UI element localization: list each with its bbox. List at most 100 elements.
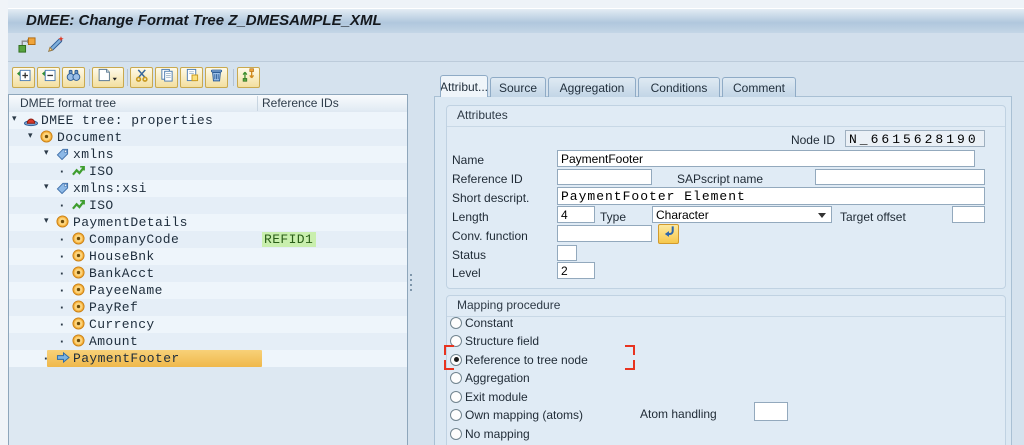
- title-bar: DMEE: Change Format Tree Z_DMESAMPLE_XML: [8, 8, 1024, 34]
- sapscript-name-field[interactable]: [815, 169, 985, 185]
- focus-corner-icon: [444, 360, 454, 370]
- expander-icon[interactable]: ▾: [44, 181, 49, 192]
- tree-row-bankacct[interactable]: · BankAcct: [9, 265, 407, 282]
- tree-node-label: ISO: [89, 164, 114, 179]
- tab-attribut[interactable]: Attribut...: [440, 75, 488, 97]
- name-label: Name: [452, 153, 485, 167]
- leaf-dot-icon: ·: [60, 198, 65, 213]
- expander-icon[interactable]: ▾: [44, 215, 49, 226]
- tree-row-payref[interactable]: · PayRef: [9, 299, 407, 316]
- paste-icon: [185, 68, 199, 87]
- status-field[interactable]: [557, 245, 577, 261]
- radio-exit-module[interactable]: Exit module: [450, 388, 528, 405]
- tree-node-label: CompanyCode: [89, 232, 180, 247]
- tree-row-iso[interactable]: · ISO: [9, 197, 407, 214]
- cut-button[interactable]: [130, 67, 153, 88]
- reassign-button[interactable]: [237, 67, 260, 88]
- node-id-field: [845, 130, 985, 147]
- name-field[interactable]: [557, 150, 975, 167]
- leaf-dot-icon: ·: [60, 266, 65, 281]
- sap-dmee-window: DMEE: Change Format Tree Z_DMESAMPLE_XML: [0, 0, 1024, 445]
- tab-comment[interactable]: Comment: [722, 77, 796, 97]
- attributes-section-divider: [447, 126, 1005, 127]
- target-offset-field[interactable]: [952, 206, 985, 223]
- type-dropdown[interactable]: Character: [652, 206, 832, 223]
- expander-icon[interactable]: ▾: [28, 130, 33, 141]
- radio-circle-icon: [450, 427, 462, 440]
- level-field[interactable]: [557, 262, 595, 279]
- tree-row-xmlns-xsi[interactable]: ▾ xmlns:xsi: [9, 180, 407, 197]
- tree-row-amount[interactable]: · Amount: [9, 333, 407, 350]
- tree-node-label: xmlns: [73, 147, 115, 162]
- radio-aggregation[interactable]: Aggregation: [450, 370, 530, 387]
- tree-row-document[interactable]: ▾ Document: [9, 129, 407, 146]
- delete-button[interactable]: [205, 67, 228, 88]
- tree-row-dmee-tree-properties[interactable]: ▾ DMEE tree: properties: [9, 112, 407, 129]
- display-change-button[interactable]: [44, 36, 66, 57]
- length-field[interactable]: [557, 206, 595, 223]
- tree-row-currency[interactable]: · Currency: [9, 316, 407, 333]
- application-toolbar: [8, 33, 1024, 62]
- radio-own-mapping-atoms[interactable]: Own mapping (atoms): [450, 407, 583, 424]
- atom-handling-field[interactable]: [754, 402, 788, 421]
- toolbar-separator: [126, 69, 128, 86]
- expand-all-icon: [16, 68, 31, 87]
- tree-row-xmlns[interactable]: ▾ xmlns: [9, 146, 407, 163]
- tree-assignment-button[interactable]: [16, 36, 38, 59]
- tree-row-paymentfooter[interactable]: · PaymentFooter: [9, 350, 407, 367]
- element-icon: [72, 232, 85, 249]
- expander-icon[interactable]: ▾: [12, 113, 17, 124]
- bent-arrow-icon: [662, 225, 676, 243]
- tree-row-payeename[interactable]: · PayeeName: [9, 282, 407, 299]
- collapse-all-button[interactable]: [37, 67, 60, 88]
- tree-row-housebnk[interactable]: · HouseBnk: [9, 248, 407, 265]
- radio-label: Exit module: [465, 389, 528, 404]
- element-icon: [56, 215, 69, 232]
- radio-constant[interactable]: Constant: [450, 314, 513, 331]
- reference-id-field[interactable]: [557, 169, 652, 185]
- tree-column-header: DMEE format tree Reference IDs: [9, 95, 407, 113]
- conversion-function-field[interactable]: [557, 225, 652, 242]
- paste-button[interactable]: [180, 67, 203, 88]
- tree-node-label: PayeeName: [89, 283, 163, 298]
- leaf-dot-icon: ·: [60, 317, 65, 332]
- tree-node-label: Currency: [89, 317, 155, 332]
- collapse-all-icon: [41, 68, 56, 87]
- tab-aggregation[interactable]: Aggregation: [548, 77, 636, 97]
- reference-id-badge: REFID1: [262, 232, 316, 247]
- tree-row-paymentdetails[interactable]: ▾ PaymentDetails: [9, 214, 407, 231]
- radio-label: Reference to tree node: [465, 352, 588, 367]
- element-icon: [72, 249, 85, 266]
- create-node-button[interactable]: [92, 67, 124, 88]
- tab-source[interactable]: Source: [490, 77, 546, 97]
- focus-corner-icon: [444, 345, 454, 355]
- leaf-dot-icon: ·: [60, 249, 65, 264]
- radio-label: Constant: [465, 315, 514, 330]
- conversion-button[interactable]: [658, 224, 679, 244]
- element-icon: [72, 300, 85, 317]
- element-icon: [72, 334, 85, 351]
- page-title: DMEE: Change Format Tree Z_DMESAMPLE_XML: [26, 12, 382, 29]
- find-button[interactable]: [62, 67, 85, 88]
- element-icon: [72, 283, 85, 300]
- radio-structure-field[interactable]: Structure field: [450, 333, 539, 350]
- tree-node-label: PaymentFooter: [73, 351, 180, 366]
- type-label: Type: [600, 210, 627, 224]
- radio-reference-to-tree-node[interactable]: Reference to tree node: [450, 351, 588, 368]
- tree-node-label: xmlns:xsi: [73, 181, 147, 196]
- tab-conditions[interactable]: Conditions: [638, 77, 720, 97]
- tree-row-companycode[interactable]: · CompanyCode REFID1: [9, 231, 407, 248]
- radio-no-mapping[interactable]: No mapping: [450, 425, 530, 442]
- tree-node-label: DMEE tree: properties: [41, 113, 214, 128]
- expander-icon[interactable]: ▾: [44, 147, 49, 158]
- segment-icon: [56, 351, 70, 368]
- tree-assignment-icon: [17, 36, 37, 59]
- expand-all-button[interactable]: [12, 67, 35, 88]
- radio-label: Structure field: [465, 334, 540, 348]
- copy-button[interactable]: [155, 67, 178, 88]
- tree-row-iso[interactable]: · ISO: [9, 163, 407, 180]
- short-description-field[interactable]: [557, 187, 985, 205]
- find-icon: [66, 69, 81, 87]
- leaf-dot-icon: ·: [44, 351, 49, 366]
- panel-splitter[interactable]: [408, 62, 415, 445]
